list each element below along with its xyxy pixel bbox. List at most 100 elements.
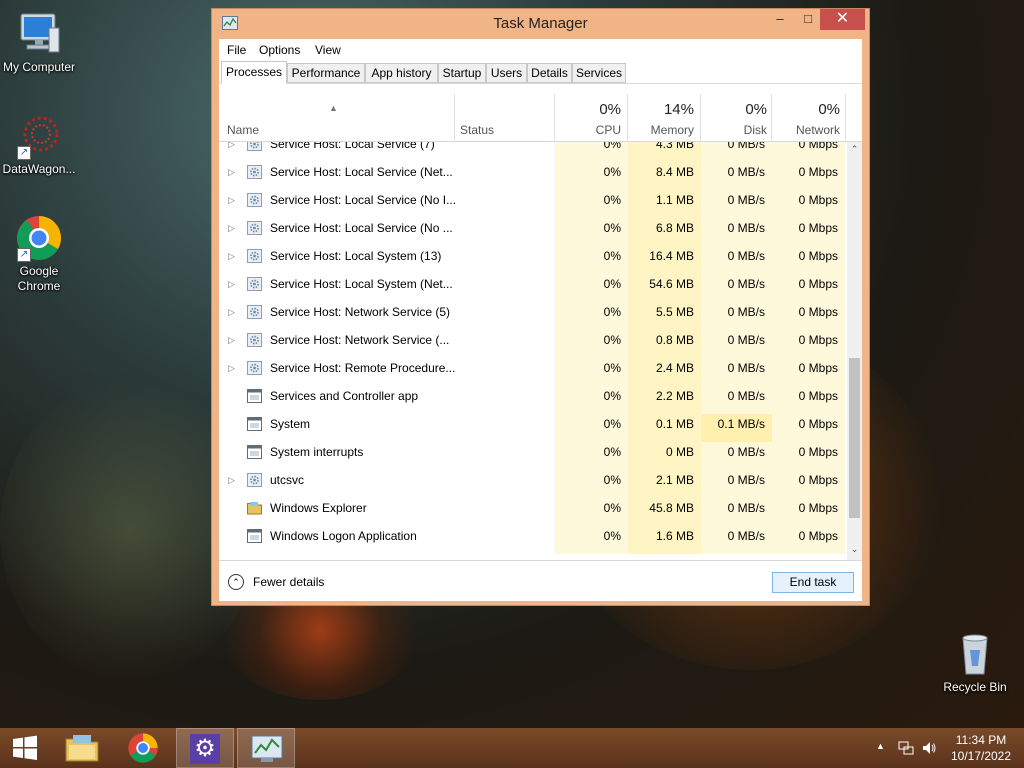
column-network[interactable]: Network (772, 123, 840, 137)
fewer-details-link[interactable]: Fewer details (253, 575, 324, 589)
process-row[interactable]: ▷ Service Host: Local System (Net... 0% 54.… (219, 274, 847, 302)
end-task-button[interactable]: End task (772, 572, 854, 593)
disk-value: 0 MB/s (727, 445, 765, 459)
close-button[interactable]: ✕ (820, 9, 865, 30)
memory-value: 2.1 MB (655, 473, 694, 487)
memory-value: 0.1 MB (655, 417, 694, 431)
disk-value: 0 MB/s (727, 249, 765, 263)
minimize-button[interactable]: – (766, 9, 794, 30)
process-row[interactable]: ▷ Service Host: Local Service (7) 0% 4.3 MB… (219, 142, 847, 162)
disk-cell: 0 MB/s (701, 218, 772, 246)
network-total-pct: 0% (818, 101, 840, 118)
expand-chevron-icon[interactable]: ▷ (228, 190, 235, 210)
menu-view[interactable]: View (315, 43, 341, 57)
show-hidden-icons[interactable]: ▲ (876, 741, 885, 751)
task-manager-window: Task Manager – □ ✕ File Options View Pro… (211, 8, 870, 606)
expand-chevron-icon[interactable]: ▷ (228, 274, 235, 294)
expand-chevron-icon[interactable]: ▷ (228, 470, 235, 490)
chevron-up-circle-icon[interactable]: ⌃ (228, 574, 244, 590)
gear-icon (247, 473, 262, 487)
cpu-value: 0% (603, 193, 621, 207)
tab-performance[interactable]: Performance (287, 63, 365, 83)
column-name[interactable]: Name (227, 123, 259, 137)
cpu-cell: 0% (555, 498, 628, 526)
scrollbar-thumb[interactable] (849, 358, 860, 518)
gear-icon (247, 221, 262, 235)
expand-chevron-icon[interactable]: ▷ (228, 302, 235, 322)
process-row[interactable]: System 0% 0.1 MB 0.1 MB/s 0 Mbps (219, 414, 847, 442)
process-row[interactable]: ▷ Service Host: Local Service (No I... 0% 1… (219, 190, 847, 218)
process-row[interactable]: Windows Explorer 0% 45.8 MB 0 MB/s 0 Mbps (219, 498, 847, 526)
tab-details[interactable]: Details (527, 63, 572, 83)
process-row[interactable]: ▷ Service Host: Network Service (... 0% 0.8… (219, 330, 847, 358)
tab-users[interactable]: Users (486, 63, 527, 83)
disk-cell: 0 MB/s (701, 358, 772, 386)
start-button[interactable] (0, 728, 50, 768)
taskbar-file-explorer[interactable] (53, 728, 111, 768)
desktop-icon-recycle-bin[interactable]: Recycle Bin (937, 630, 1013, 695)
process-row[interactable]: System interrupts 0% 0 MB 0 MB/s 0 Mbps (219, 442, 847, 470)
process-row[interactable]: ▷ Service Host: Remote Procedure... 0% 2.4 … (219, 358, 847, 386)
taskbar-chrome[interactable] (114, 728, 172, 768)
disk-value: 0 MB/s (727, 277, 765, 291)
column-memory[interactable]: Memory (628, 123, 694, 137)
cpu-value: 0% (603, 249, 621, 263)
column-cpu[interactable]: CPU (555, 123, 621, 137)
expand-chevron-icon[interactable]: ▷ (228, 330, 235, 350)
gear-icon: ⚙ (190, 734, 220, 764)
memory-value: 1.1 MB (655, 193, 694, 207)
cpu-cell: 0% (555, 246, 628, 274)
disk-value: 0 MB/s (727, 333, 765, 347)
memory-cell: 1.1 MB (628, 190, 701, 218)
gear-icon (247, 165, 262, 179)
maximize-button[interactable]: □ (794, 9, 822, 30)
cpu-value: 0% (603, 389, 621, 403)
tab-processes[interactable]: Processes (221, 61, 287, 84)
menu-options[interactable]: Options (259, 43, 300, 57)
cpu-value: 0% (603, 333, 621, 347)
expand-chevron-icon[interactable]: ▷ (228, 142, 235, 154)
desktop-icon-datawagon[interactable]: ↗ DataWagon... (1, 112, 77, 177)
memory-value: 0.8 MB (655, 333, 694, 347)
shortcut-arrow-icon: ↗ (17, 248, 31, 262)
memory-value: 0 MB (665, 445, 694, 459)
desktop-icon-google-chrome[interactable]: ↗ Google Chrome (1, 214, 77, 294)
process-row[interactable]: ▷ Service Host: Local System (13) 0% 16.4 M… (219, 246, 847, 274)
expand-chevron-icon[interactable]: ▷ (228, 358, 235, 378)
expand-chevron-icon[interactable]: ▷ (228, 162, 235, 182)
network-value: 0 Mbps (798, 445, 838, 459)
network-icon[interactable] (898, 740, 914, 756)
volume-icon[interactable] (921, 740, 937, 756)
process-row[interactable]: ▷ Service Host: Local Service (Net... 0% 8.… (219, 162, 847, 190)
title-bar[interactable]: Task Manager – □ ✕ (212, 9, 869, 39)
scroll-up-icon[interactable]: ⌃ (847, 144, 862, 155)
tab-app-history[interactable]: App history (365, 63, 438, 83)
scroll-down-icon[interactable]: ⌄ (847, 544, 862, 555)
process-row[interactable]: Services and Controller app 0% 2.2 MB 0 MB/… (219, 386, 847, 414)
process-row[interactable]: Windows Logon Application 0% 1.6 MB 0 MB/s 0… (219, 526, 847, 554)
network-value: 0 Mbps (798, 501, 838, 515)
expand-chevron-icon[interactable]: ▷ (228, 218, 235, 238)
column-disk[interactable]: Disk (701, 123, 767, 137)
menu-file[interactable]: File (227, 43, 246, 57)
memory-cell: 54.6 MB (628, 274, 701, 302)
network-value: 0 Mbps (798, 305, 838, 319)
taskbar-settings[interactable]: ⚙ (176, 728, 234, 768)
process-row[interactable]: ▷ Service Host: Network Service (5) 0% 5.5 … (219, 302, 847, 330)
process-row[interactable]: ▷ Service Host: Local Service (No ... 0% 6.… (219, 218, 847, 246)
network-value: 0 Mbps (798, 193, 838, 207)
tab-startup[interactable]: Startup (438, 63, 486, 83)
taskbar-task-manager[interactable] (237, 728, 295, 768)
expand-chevron-icon[interactable]: ▷ (228, 246, 235, 266)
desktop-icon-my-computer[interactable]: My Computer (1, 10, 77, 75)
process-row[interactable]: ▷ utcsvc 0% 2.1 MB 0 MB/s 0 Mbps (219, 470, 847, 498)
gear-icon (247, 361, 262, 375)
column-status[interactable]: Status (460, 123, 494, 137)
vertical-scrollbar[interactable]: ⌃ ⌄ (847, 142, 862, 560)
cpu-value: 0% (603, 277, 621, 291)
shortcut-arrow-icon: ↗ (17, 146, 31, 160)
process-name: Service Host: Network Service (... (270, 333, 450, 347)
tab-services[interactable]: Services (572, 63, 626, 83)
system-clock[interactable]: 11:34 PM 10/17/2022 (944, 732, 1018, 764)
network-value: 0 Mbps (798, 249, 838, 263)
